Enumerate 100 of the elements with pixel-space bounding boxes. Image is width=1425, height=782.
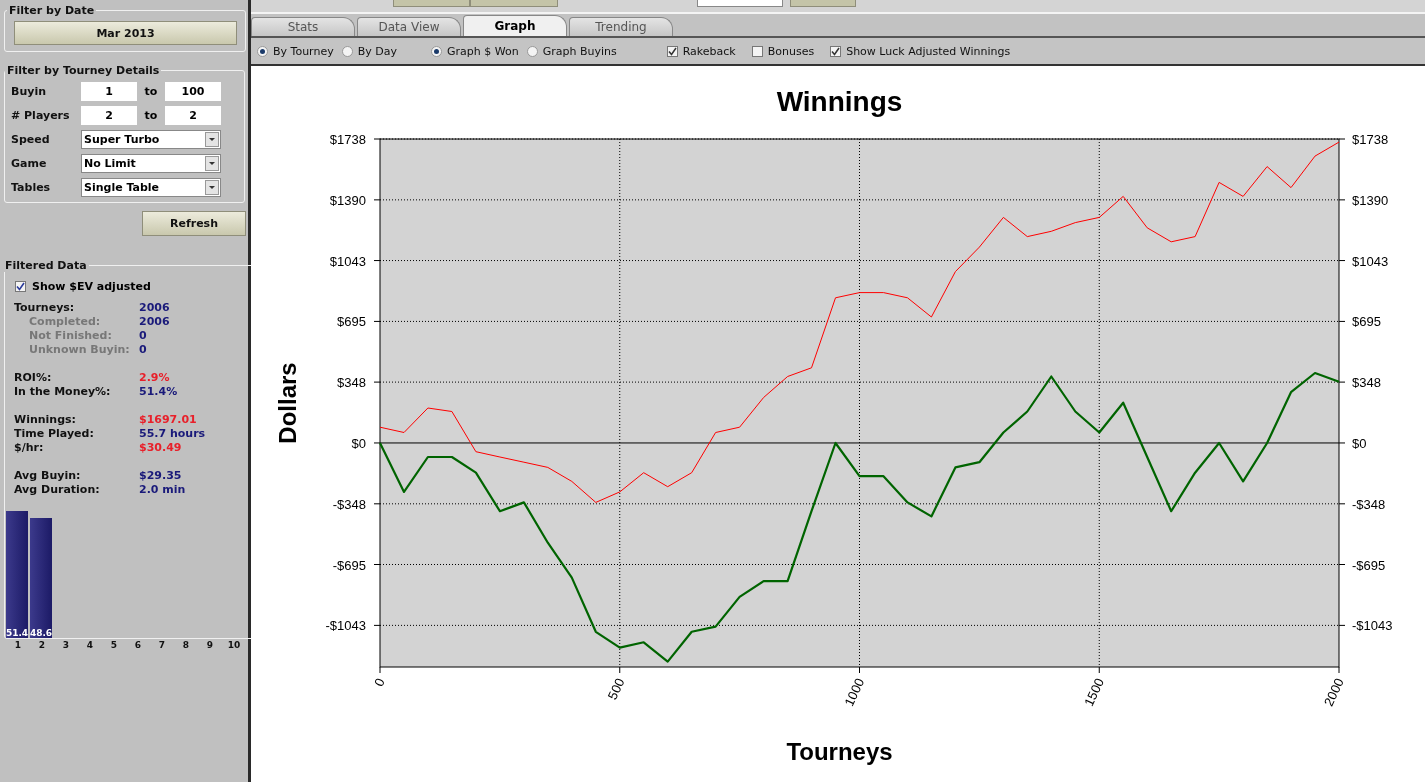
stat-value: 2006: [139, 300, 170, 314]
histogram-bar: 48.6: [30, 517, 52, 638]
radio-button[interactable]: [430, 45, 442, 57]
y-tick-label: -$1043: [325, 618, 366, 634]
radio-button[interactable]: [257, 45, 268, 57]
histogram-category: 2: [37, 639, 47, 650]
stat-value: 2.9%: [139, 370, 170, 384]
radio-label: By Tourney: [273, 44, 334, 58]
dropdown[interactable]: No Limit: [81, 153, 221, 173]
dropdown[interactable]: Single Table: [81, 177, 221, 197]
stat-value: 51.4%: [139, 384, 178, 398]
x-tick-label: 1500: [1081, 675, 1107, 709]
checkbox[interactable]: [666, 45, 678, 57]
stat-label: Unknown Buyin:: [28, 342, 131, 356]
field-label: to: [143, 108, 159, 122]
histogram-category: 8: [181, 639, 191, 650]
checkbox[interactable]: [15, 281, 26, 292]
input-field[interactable]: 1: [81, 81, 137, 101]
stat-label: ROI%:: [14, 370, 53, 384]
dropdown[interactable]: Super Turbo: [81, 129, 221, 149]
histogram-category: 1: [13, 639, 23, 650]
group-title: Filter by Tourney Details: [6, 64, 161, 77]
field-label: Tables: [11, 180, 52, 194]
stat-label: Winnings:: [14, 412, 77, 426]
field-label: Game: [11, 156, 48, 170]
date-button[interactable]: Mar 2013: [14, 21, 237, 45]
stat-value: 2006: [139, 314, 170, 328]
histogram-bar: 51.4: [6, 511, 28, 638]
histogram-category: 4: [85, 639, 95, 650]
tab[interactable]: Graph: [463, 15, 567, 36]
y-tick-label: $0: [351, 435, 366, 451]
stat-label: Avg Duration:: [14, 482, 101, 496]
histogram-category: 3: [61, 639, 71, 650]
y-tick-label: $695: [1352, 314, 1381, 330]
stat-value: 2.0 min: [139, 482, 186, 496]
stat-label: Completed:: [28, 314, 102, 328]
histogram-category: 7: [157, 639, 167, 650]
group-title: Filtered Data: [4, 259, 88, 272]
checkbox[interactable]: [830, 45, 842, 57]
stat-value: 55.7 hours: [139, 426, 206, 440]
y-tick-label: $0: [1352, 435, 1367, 451]
histogram-category: 5: [109, 639, 119, 650]
y-tick-label: $348: [337, 375, 366, 391]
checkbox[interactable]: [751, 45, 763, 57]
radio-label: Graph Buyins: [542, 44, 617, 58]
x-tick-label: 2000: [1320, 675, 1347, 709]
group-title: Filter by Date: [8, 4, 96, 17]
stat-value: 0: [139, 328, 147, 342]
radio-label: By Day: [357, 44, 397, 58]
input-field[interactable]: 2: [81, 105, 137, 125]
y-tick-label: $695: [337, 314, 366, 330]
x-tick-label: 500: [604, 675, 628, 702]
tab[interactable]: Trending: [569, 17, 673, 36]
x-tick-label: 0: [371, 675, 388, 689]
y-tick-label: -$695: [1352, 557, 1386, 573]
y-tick-label: $1390: [329, 192, 366, 208]
x-tick-label: 1000: [841, 675, 868, 709]
y-tick-label: $1738: [1352, 132, 1389, 147]
y-tick-label: $1043: [329, 253, 366, 269]
field-label: Buyin: [11, 84, 47, 98]
histogram-category: 10: [226, 639, 242, 650]
histogram-category: 6: [133, 639, 143, 650]
checkbox-label: Bonuses: [767, 44, 815, 58]
refresh-button[interactable]: Refresh: [142, 211, 246, 236]
input-field[interactable]: [697, 0, 783, 7]
axis-title: Tourneys: [786, 738, 893, 765]
field-label: # Players: [11, 108, 71, 122]
radio-button[interactable]: [526, 45, 538, 57]
stat-label: $/hr:: [14, 440, 45, 454]
tab[interactable]: Stats: [251, 17, 355, 36]
chart-title: Winnings: [776, 86, 903, 117]
y-tick-label: $348: [1352, 375, 1381, 391]
stat-value: $1697.01: [139, 412, 197, 426]
y-tick-label: $1738: [329, 132, 366, 147]
stat-label: Tourneys:: [14, 300, 76, 314]
stat-label: Avg Buyin:: [14, 468, 82, 482]
y-tick-label: $1390: [1352, 192, 1389, 208]
tab[interactable]: Data View: [357, 17, 461, 36]
input-field[interactable]: 2: [165, 105, 221, 125]
y-tick-label: -$348: [1352, 496, 1386, 512]
radio-button[interactable]: [341, 45, 353, 57]
data-label: 51.4: [5, 628, 29, 638]
field-label: Speed: [11, 132, 51, 146]
y-tick-label: -$1043: [1352, 618, 1393, 634]
axis-title: Dollars: [274, 362, 301, 444]
stat-value: $29.35: [139, 468, 182, 482]
stat-label: Time Played:: [14, 426, 95, 440]
stat-value: 0: [139, 342, 147, 356]
field-label: to: [143, 84, 159, 98]
checkbox-label: Show Luck Adjusted Winnings: [846, 44, 1011, 58]
histogram-category: 9: [205, 639, 215, 650]
stat-label: Not Finished:: [28, 328, 113, 342]
data-label: 48.6: [29, 628, 53, 638]
stat-label: In the Money%:: [14, 384, 112, 398]
y-tick-label: -$695: [332, 557, 366, 573]
input-field[interactable]: 100: [165, 81, 221, 101]
y-tick-label: $1043: [1352, 253, 1389, 269]
stat-value: $30.49: [139, 440, 182, 454]
radio-label: Graph $ Won: [446, 44, 519, 58]
checkbox-label: Show $EV adjusted: [32, 280, 151, 293]
